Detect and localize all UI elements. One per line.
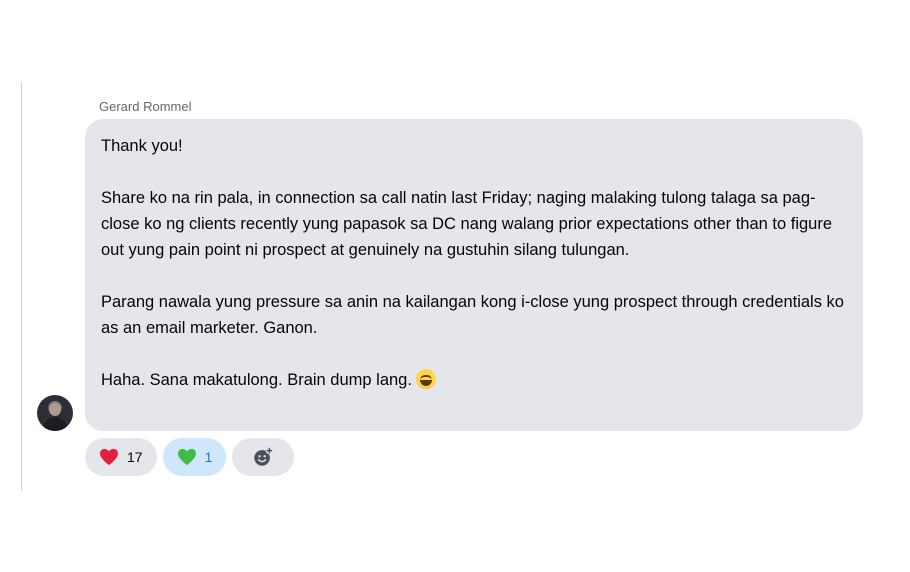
add-reaction-button[interactable]	[232, 438, 295, 476]
message-paragraph-pressure: Parang nawala yung pressure sa anin na k…	[101, 293, 844, 337]
thread-line	[21, 82, 22, 490]
avatar-face	[49, 403, 61, 416]
reaction-red-heart[interactable]: 17	[85, 438, 157, 476]
avatar-shoulders	[43, 417, 67, 431]
reactions-bar: 17 1	[85, 438, 295, 476]
green-heart-icon	[177, 448, 196, 466]
avatar[interactable]	[37, 395, 73, 431]
message-paragraph-closing: Haha. Sana makatulong. Brain dump lang.	[101, 367, 847, 393]
message-line-thanks: Thank you!	[101, 137, 183, 155]
message-closing-text: Haha. Sana makatulong. Brain dump lang.	[101, 371, 412, 389]
sender-name[interactable]: Gerard Rommel	[99, 99, 191, 114]
message-paragraph-share: Share ko na rin pala, in connection sa c…	[101, 189, 833, 259]
add-reaction-icon	[254, 446, 274, 466]
red-heart-count: 17	[127, 449, 143, 465]
green-heart-count: 1	[204, 449, 213, 465]
message-bubble[interactable]: Thank you! Share ko na rin pala, in conn…	[85, 119, 863, 431]
reaction-green-heart[interactable]: 1	[162, 438, 227, 476]
red-heart-icon	[100, 448, 118, 466]
grinning-sweat-emoji-icon	[415, 369, 436, 389]
